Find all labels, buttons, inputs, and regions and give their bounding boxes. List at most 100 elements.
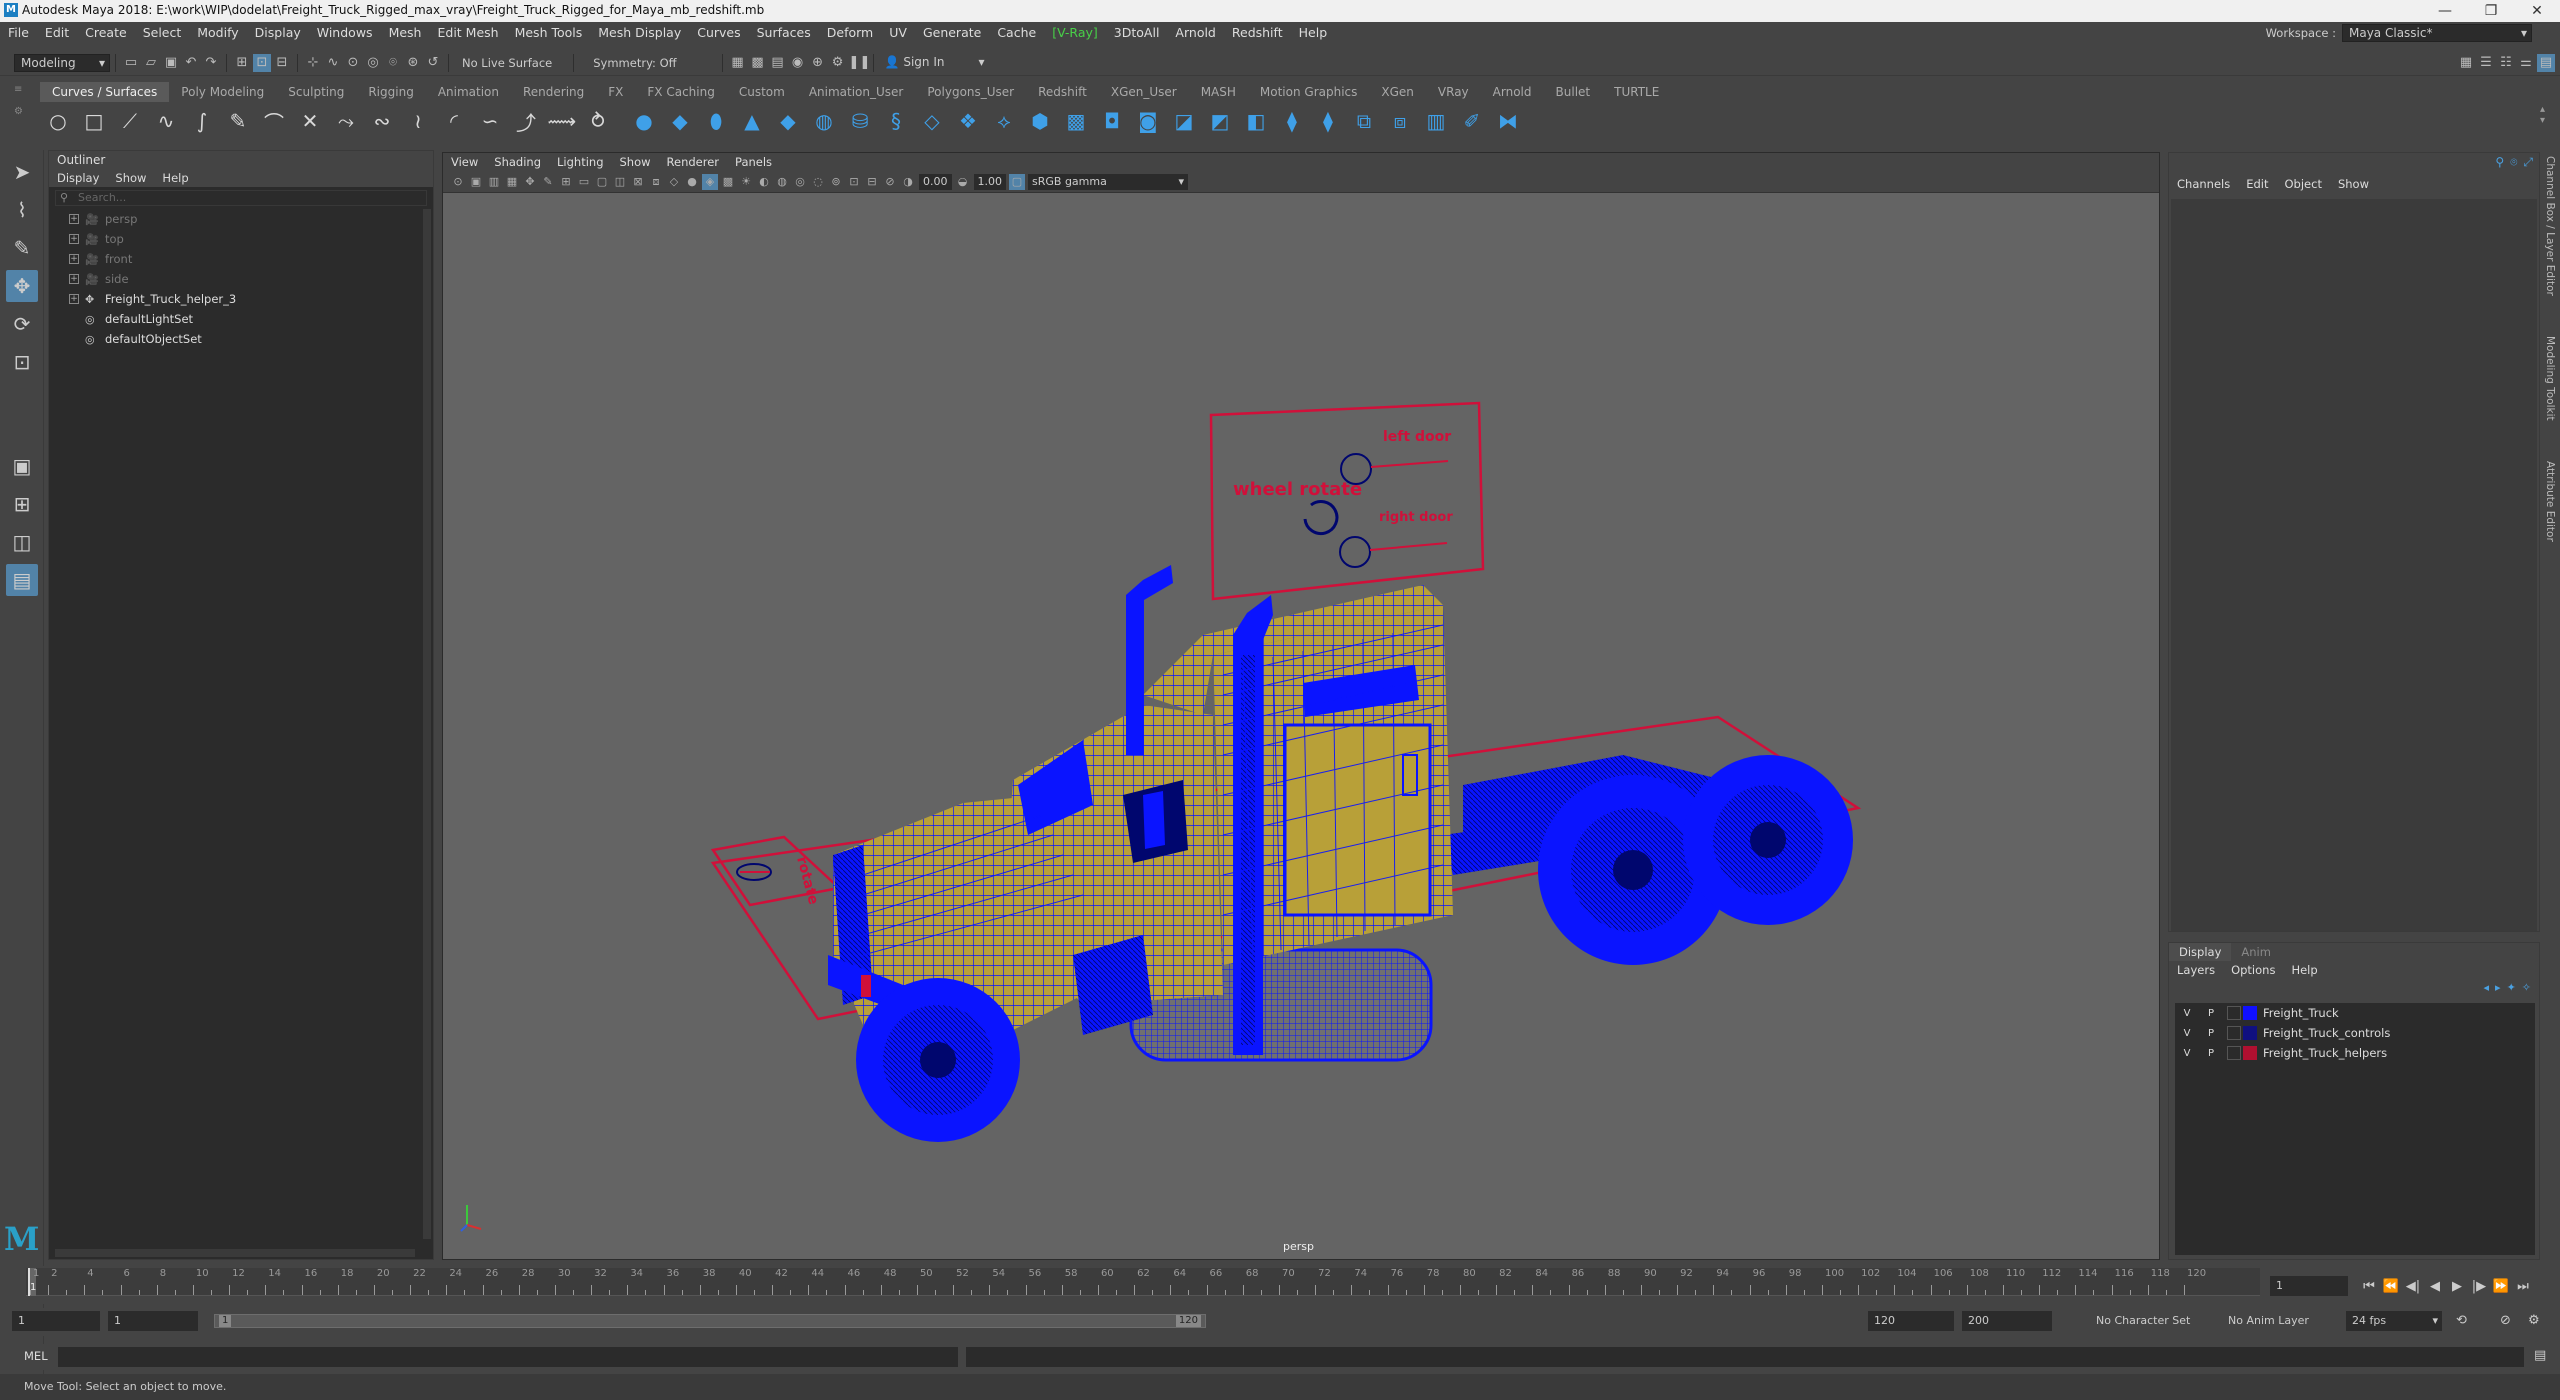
step-forward-frame-icon[interactable]: |▶: [2468, 1279, 2490, 1294]
layer-menu-options[interactable]: Options: [2223, 961, 2283, 979]
layer-menu-layers[interactable]: Layers: [2169, 961, 2223, 979]
planar-icon[interactable]: ◇: [918, 107, 946, 135]
play-forwards-icon[interactable]: ▶: [2446, 1279, 2468, 1294]
viewport-menu-lighting[interactable]: Lighting: [549, 153, 611, 171]
xray-icon[interactable]: ⊟: [864, 174, 880, 190]
snap-curve-icon[interactable]: ∿: [324, 54, 342, 72]
menu-mesh-display[interactable]: Mesh Display: [590, 22, 689, 44]
channel-menu-channels[interactable]: Channels: [2169, 175, 2238, 193]
extrude-icon[interactable]: ❖: [954, 107, 982, 135]
curve-reverse-icon[interactable]: ⥁: [584, 107, 612, 135]
anim-prefs-icon[interactable]: ⚙: [2528, 1313, 2540, 1328]
pause-icon[interactable]: ❚❚: [849, 54, 871, 72]
expand-icon[interactable]: +: [69, 294, 79, 304]
curve-extend-icon[interactable]: ⤴: [512, 107, 540, 135]
range-slider-bar[interactable]: 1 120: [214, 1314, 1206, 1328]
nurbs-square-icon[interactable]: □: [80, 107, 108, 135]
paint-select-icon[interactable]: ✎: [6, 232, 38, 264]
history-icon[interactable]: ↺: [424, 54, 442, 72]
toggle-outliner-icon[interactable]: ☰: [2477, 54, 2495, 72]
curve-attach-icon[interactable]: ✕: [296, 107, 324, 135]
channel-box-key-icon[interactable]: ⚲: [2495, 155, 2504, 170]
ipr-render-icon[interactable]: ▤: [769, 54, 787, 72]
shelf-tab-motion-graphics[interactable]: Motion Graphics: [1248, 82, 1370, 102]
layer-visibility-toggle[interactable]: V: [2175, 1048, 2199, 1059]
layer-display-type[interactable]: [2227, 1006, 2241, 1020]
rebuild-surface-icon[interactable]: ⧓: [1494, 107, 1522, 135]
freight-truck-model[interactable]: [828, 565, 1853, 1142]
time-slider[interactable]: 1 2 4 6 8 10 12 14 16 18 20 22 24 26 28 30 32 34 36 38 40 42 4…: [0, 1266, 2260, 1304]
viewport-menu-shading[interactable]: Shading: [486, 153, 549, 171]
anti-aliasing-icon[interactable]: ◌: [810, 174, 826, 190]
layer-tab-display[interactable]: Display: [2169, 943, 2232, 961]
nurbs-circle-icon[interactable]: ○: [44, 107, 72, 135]
toggle-channel-box-icon[interactable]: ▤: [2537, 54, 2555, 72]
shelf-tab-redshift[interactable]: Redshift: [1026, 82, 1099, 102]
film-gate-icon[interactable]: ▭: [576, 174, 592, 190]
viewport-panel[interactable]: View Shading Lighting Show Renderer Panels ⊙ …: [442, 152, 2160, 1260]
grease-pencil-icon[interactable]: ✎: [540, 174, 556, 190]
script-editor-icon[interactable]: ▤: [2534, 1348, 2546, 1363]
insert-isoparm-icon[interactable]: ▥: [1422, 107, 1450, 135]
revolve-icon[interactable]: ⛁: [846, 107, 874, 135]
gamma-field[interactable]: 1.00: [973, 173, 1006, 190]
menu-deform[interactable]: Deform: [819, 22, 881, 44]
isolate-select-icon[interactable]: ⊡: [846, 174, 862, 190]
outliner-item[interactable]: + 🎥 side: [49, 269, 433, 289]
new-scene-icon[interactable]: ▭: [122, 54, 140, 72]
square-surface-icon[interactable]: ▩: [1062, 107, 1090, 135]
shelf-tab-animation[interactable]: Animation: [426, 82, 511, 102]
side-tab-modeling-toolkit[interactable]: Modeling Toolkit: [2544, 336, 2556, 421]
curve-fillet-icon[interactable]: ◜: [440, 107, 468, 135]
menu-set-dropdown[interactable]: Modeling ▾: [14, 53, 110, 72]
curve-intersect-icon[interactable]: ∽: [476, 107, 504, 135]
gate-mask-icon[interactable]: ◫: [612, 174, 628, 190]
menu-create[interactable]: Create: [77, 22, 135, 44]
menu-select[interactable]: Select: [135, 22, 190, 44]
render-frame-icon[interactable]: ▦: [729, 54, 747, 72]
use-lights-icon[interactable]: ☀: [738, 174, 754, 190]
menu-help[interactable]: Help: [1291, 22, 1336, 44]
range-start-handle[interactable]: 1: [219, 1315, 232, 1327]
side-tab-channel-box-layer-editor[interactable]: Channel Box / Layer Editor: [2544, 156, 2556, 296]
curve-offset-icon[interactable]: ≀: [404, 107, 432, 135]
shelf-tab-custom[interactable]: Custom: [727, 82, 797, 102]
scene-start-field[interactable]: 1: [12, 1311, 100, 1331]
menu-redshift[interactable]: Redshift: [1224, 22, 1291, 44]
close-button[interactable]: ✕: [2514, 0, 2560, 22]
boundary-icon[interactable]: ⬢: [1026, 107, 1054, 135]
sculpt-surface-icon[interactable]: ✐: [1458, 107, 1486, 135]
smooth-shade-icon[interactable]: ●: [684, 174, 700, 190]
menu-edit[interactable]: Edit: [37, 22, 77, 44]
step-back-key-icon[interactable]: ⏪: [2380, 1279, 2402, 1294]
layer-color-swatch[interactable]: [2243, 1026, 2257, 1040]
shelf-tab-polygons-user[interactable]: Polygons_User: [915, 82, 1026, 102]
textured-icon[interactable]: ▩: [720, 174, 736, 190]
range-end-handle[interactable]: 120: [1175, 1315, 1201, 1327]
depth-of-field-icon[interactable]: ⊚: [828, 174, 844, 190]
shelf-tab-bullet[interactable]: Bullet: [1544, 82, 1603, 102]
shelf-tab-xgen-user[interactable]: XGen_User: [1099, 82, 1189, 102]
untrim-icon[interactable]: ◧: [1242, 107, 1270, 135]
exposure-field[interactable]: 0.00: [919, 173, 952, 190]
layer-row[interactable]: V P Freight_Truck_controls: [2175, 1023, 2535, 1043]
layer-color-swatch[interactable]: [2243, 1006, 2257, 1020]
field-chart-icon[interactable]: ⊠: [630, 174, 646, 190]
wireframe-on-shaded-icon[interactable]: ◈: [702, 173, 718, 190]
expand-icon[interactable]: +: [69, 274, 79, 284]
channel-menu-show[interactable]: Show: [2330, 175, 2377, 193]
render-setup-icon[interactable]: ⚙: [829, 54, 847, 72]
birail-icon[interactable]: ⟡: [990, 107, 1018, 135]
side-tab-attribute-editor[interactable]: Attribute Editor: [2544, 461, 2556, 542]
align-surfaces-icon[interactable]: ⧉: [1350, 107, 1378, 135]
channel-menu-object[interactable]: Object: [2277, 175, 2330, 193]
auto-key-icon[interactable]: ⊘: [2500, 1313, 2511, 1328]
move-layer-down-icon[interactable]: ▸: [2495, 981, 2501, 994]
lasso-tool-icon[interactable]: ⌇: [6, 194, 38, 226]
menu-surfaces[interactable]: Surfaces: [749, 22, 819, 44]
surface-detach-icon[interactable]: ⧫: [1314, 107, 1342, 135]
select-camera-icon[interactable]: ⊙: [450, 174, 466, 190]
time-slider-bar[interactable]: 1 2 4 6 8 10 12 14 16 18 20 22 24 26 28 30 32 34 36 38 40 42 4…: [26, 1268, 2260, 1296]
scene-end-field[interactable]: 200: [1962, 1311, 2052, 1331]
layer-row[interactable]: V P Freight_Truck: [2175, 1003, 2535, 1023]
